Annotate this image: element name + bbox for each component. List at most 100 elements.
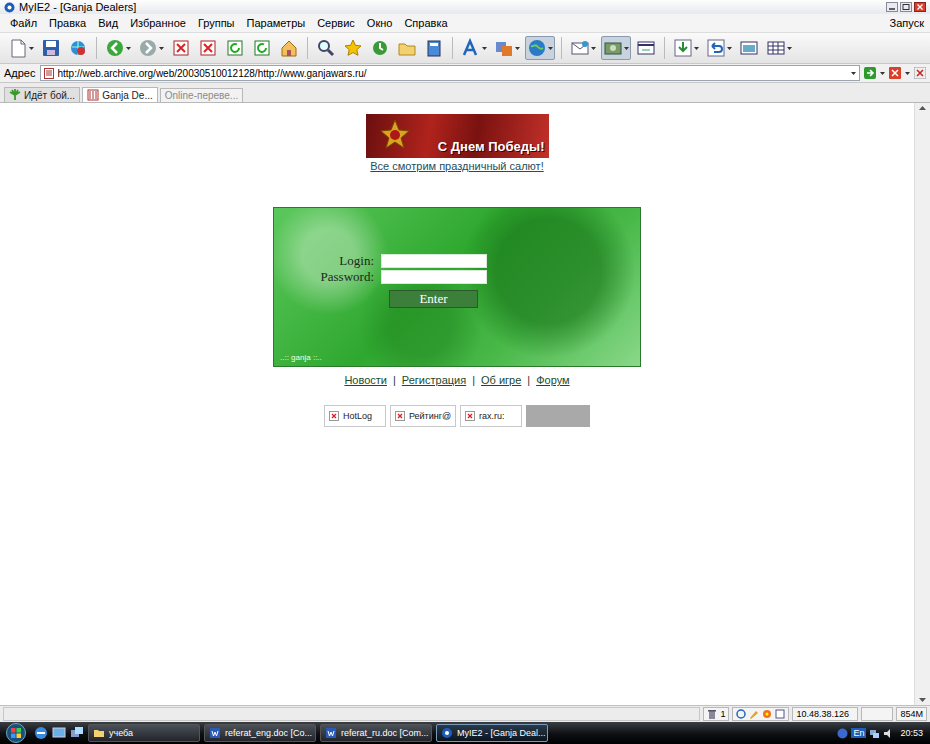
launch-menu[interactable]: Запуск [884,16,930,30]
victory-day-banner[interactable]: С Днем Победы! [366,114,549,158]
menu-item[interactable]: Группы [192,16,241,30]
password-input[interactable] [381,270,487,284]
vertical-scrollbar[interactable] [914,103,930,705]
tab[interactable]: Ganja De... [82,87,158,102]
undo-close-button[interactable] [704,36,734,60]
save-icon[interactable] [41,38,61,58]
start-orb-icon[interactable] [2,723,30,743]
menu-item[interactable]: Правка [43,16,92,30]
minimize-icon[interactable] [886,2,898,12]
back-icon[interactable] [105,38,125,58]
taskbar-button[interactable]: учеба [88,724,200,742]
favorites-star-button[interactable] [341,36,365,60]
download-button[interactable] [671,36,701,60]
stop-all-button[interactable] [196,36,220,60]
show-desktop-icon[interactable] [52,726,66,740]
user-globe-button[interactable] [66,36,90,60]
close-tab-icon[interactable] [889,67,901,79]
dropdown-arrow-icon[interactable] [694,47,699,50]
dropdown-arrow-icon[interactable] [126,47,131,50]
home-icon[interactable] [279,38,299,58]
dropdown-arrow-icon[interactable] [624,47,629,50]
tab[interactable]: Online-переве... [160,88,243,102]
favorites-star-icon[interactable] [343,38,363,58]
history-icon[interactable] [370,38,390,58]
page-setup-icon[interactable] [775,709,785,719]
salute-link[interactable]: Все смотрим праздничный салют! [370,160,543,172]
refresh-all-icon[interactable] [252,38,272,58]
save-button[interactable] [39,36,63,60]
window-button[interactable] [634,36,658,60]
tab[interactable]: Идёт бой... [4,87,80,102]
close-all-icon[interactable] [914,67,926,79]
dropdown-arrow-icon[interactable] [591,47,596,50]
nav-link[interactable]: Об игре [481,374,521,386]
login-input[interactable] [381,254,487,268]
mail-button[interactable] [568,36,598,60]
address-field[interactable]: http://web.archive.org/web/2003051001212… [40,65,861,81]
forward-icon[interactable] [138,38,158,58]
history-button[interactable] [368,36,392,60]
download-icon[interactable] [673,38,693,58]
refresh-icon[interactable] [225,38,245,58]
globe-button[interactable] [525,36,555,60]
dropdown-arrow-icon[interactable] [905,72,910,75]
language-indicator[interactable]: En [851,728,866,738]
money-icon[interactable] [603,38,623,58]
search-icon[interactable] [316,38,336,58]
money-button[interactable] [601,36,631,60]
maximize-icon[interactable] [900,2,912,12]
dropdown-arrow-icon[interactable] [727,47,732,50]
scroll-down-icon[interactable] [919,698,926,702]
mail-icon[interactable] [570,38,590,58]
book-button[interactable] [422,36,446,60]
fullscreen-button[interactable] [737,36,761,60]
back-button[interactable] [103,36,133,60]
book-icon[interactable] [424,38,444,58]
dropdown-arrow-icon[interactable] [880,72,885,75]
counter-badge[interactable]: HotLog [324,405,386,427]
dropdown-arrow-icon[interactable] [515,47,520,50]
go-icon[interactable] [864,67,876,79]
menu-item[interactable]: Сервис [311,16,361,30]
counter-badge[interactable]: rax.ru: [460,405,522,427]
font-icon[interactable] [461,38,481,58]
nav-link[interactable]: Форум [536,374,569,386]
refresh-all-button[interactable] [250,36,274,60]
dropdown-arrow-icon[interactable] [482,47,487,50]
folder-button[interactable] [395,36,419,60]
enter-button[interactable]: Enter [389,290,478,308]
nav-link[interactable]: Новости [344,374,387,386]
globe-icon[interactable] [527,38,547,58]
translate-icon[interactable] [494,38,514,58]
volume-icon[interactable] [883,728,894,739]
network-icon[interactable] [869,728,880,739]
forward-button[interactable] [136,36,166,60]
messenger-icon[interactable] [837,728,848,739]
pen-icon[interactable] [749,709,759,719]
new-button[interactable] [6,36,36,60]
dropdown-arrow-icon[interactable] [29,47,34,50]
refresh-button[interactable] [223,36,247,60]
menu-item[interactable]: Файл [4,16,43,30]
menu-item[interactable]: Параметры [241,16,312,30]
fullscreen-icon[interactable] [739,38,759,58]
new-icon[interactable] [8,38,28,58]
menu-item[interactable]: Вид [92,16,124,30]
dropdown-arrow-icon[interactable] [787,47,792,50]
layout-icon[interactable] [766,38,786,58]
switch-windows-icon[interactable] [70,726,84,740]
scroll-up-icon[interactable] [919,106,926,110]
stop-all-icon[interactable] [198,38,218,58]
taskbar-button[interactable]: MyIE2 - [Ganja Deal... [436,724,548,742]
stop-button[interactable] [169,36,193,60]
dropdown-arrow-icon[interactable] [851,72,856,75]
home-button[interactable] [277,36,301,60]
counter-badge[interactable]: Рейтинг@ [390,405,456,427]
taskbar-button[interactable]: referat_eng.doc [Co... [204,724,316,742]
stop-icon[interactable] [171,38,191,58]
font-button[interactable] [459,36,489,60]
dropdown-arrow-icon[interactable] [159,47,164,50]
menu-item[interactable]: Справка [398,16,453,30]
window-icon[interactable] [636,38,656,58]
